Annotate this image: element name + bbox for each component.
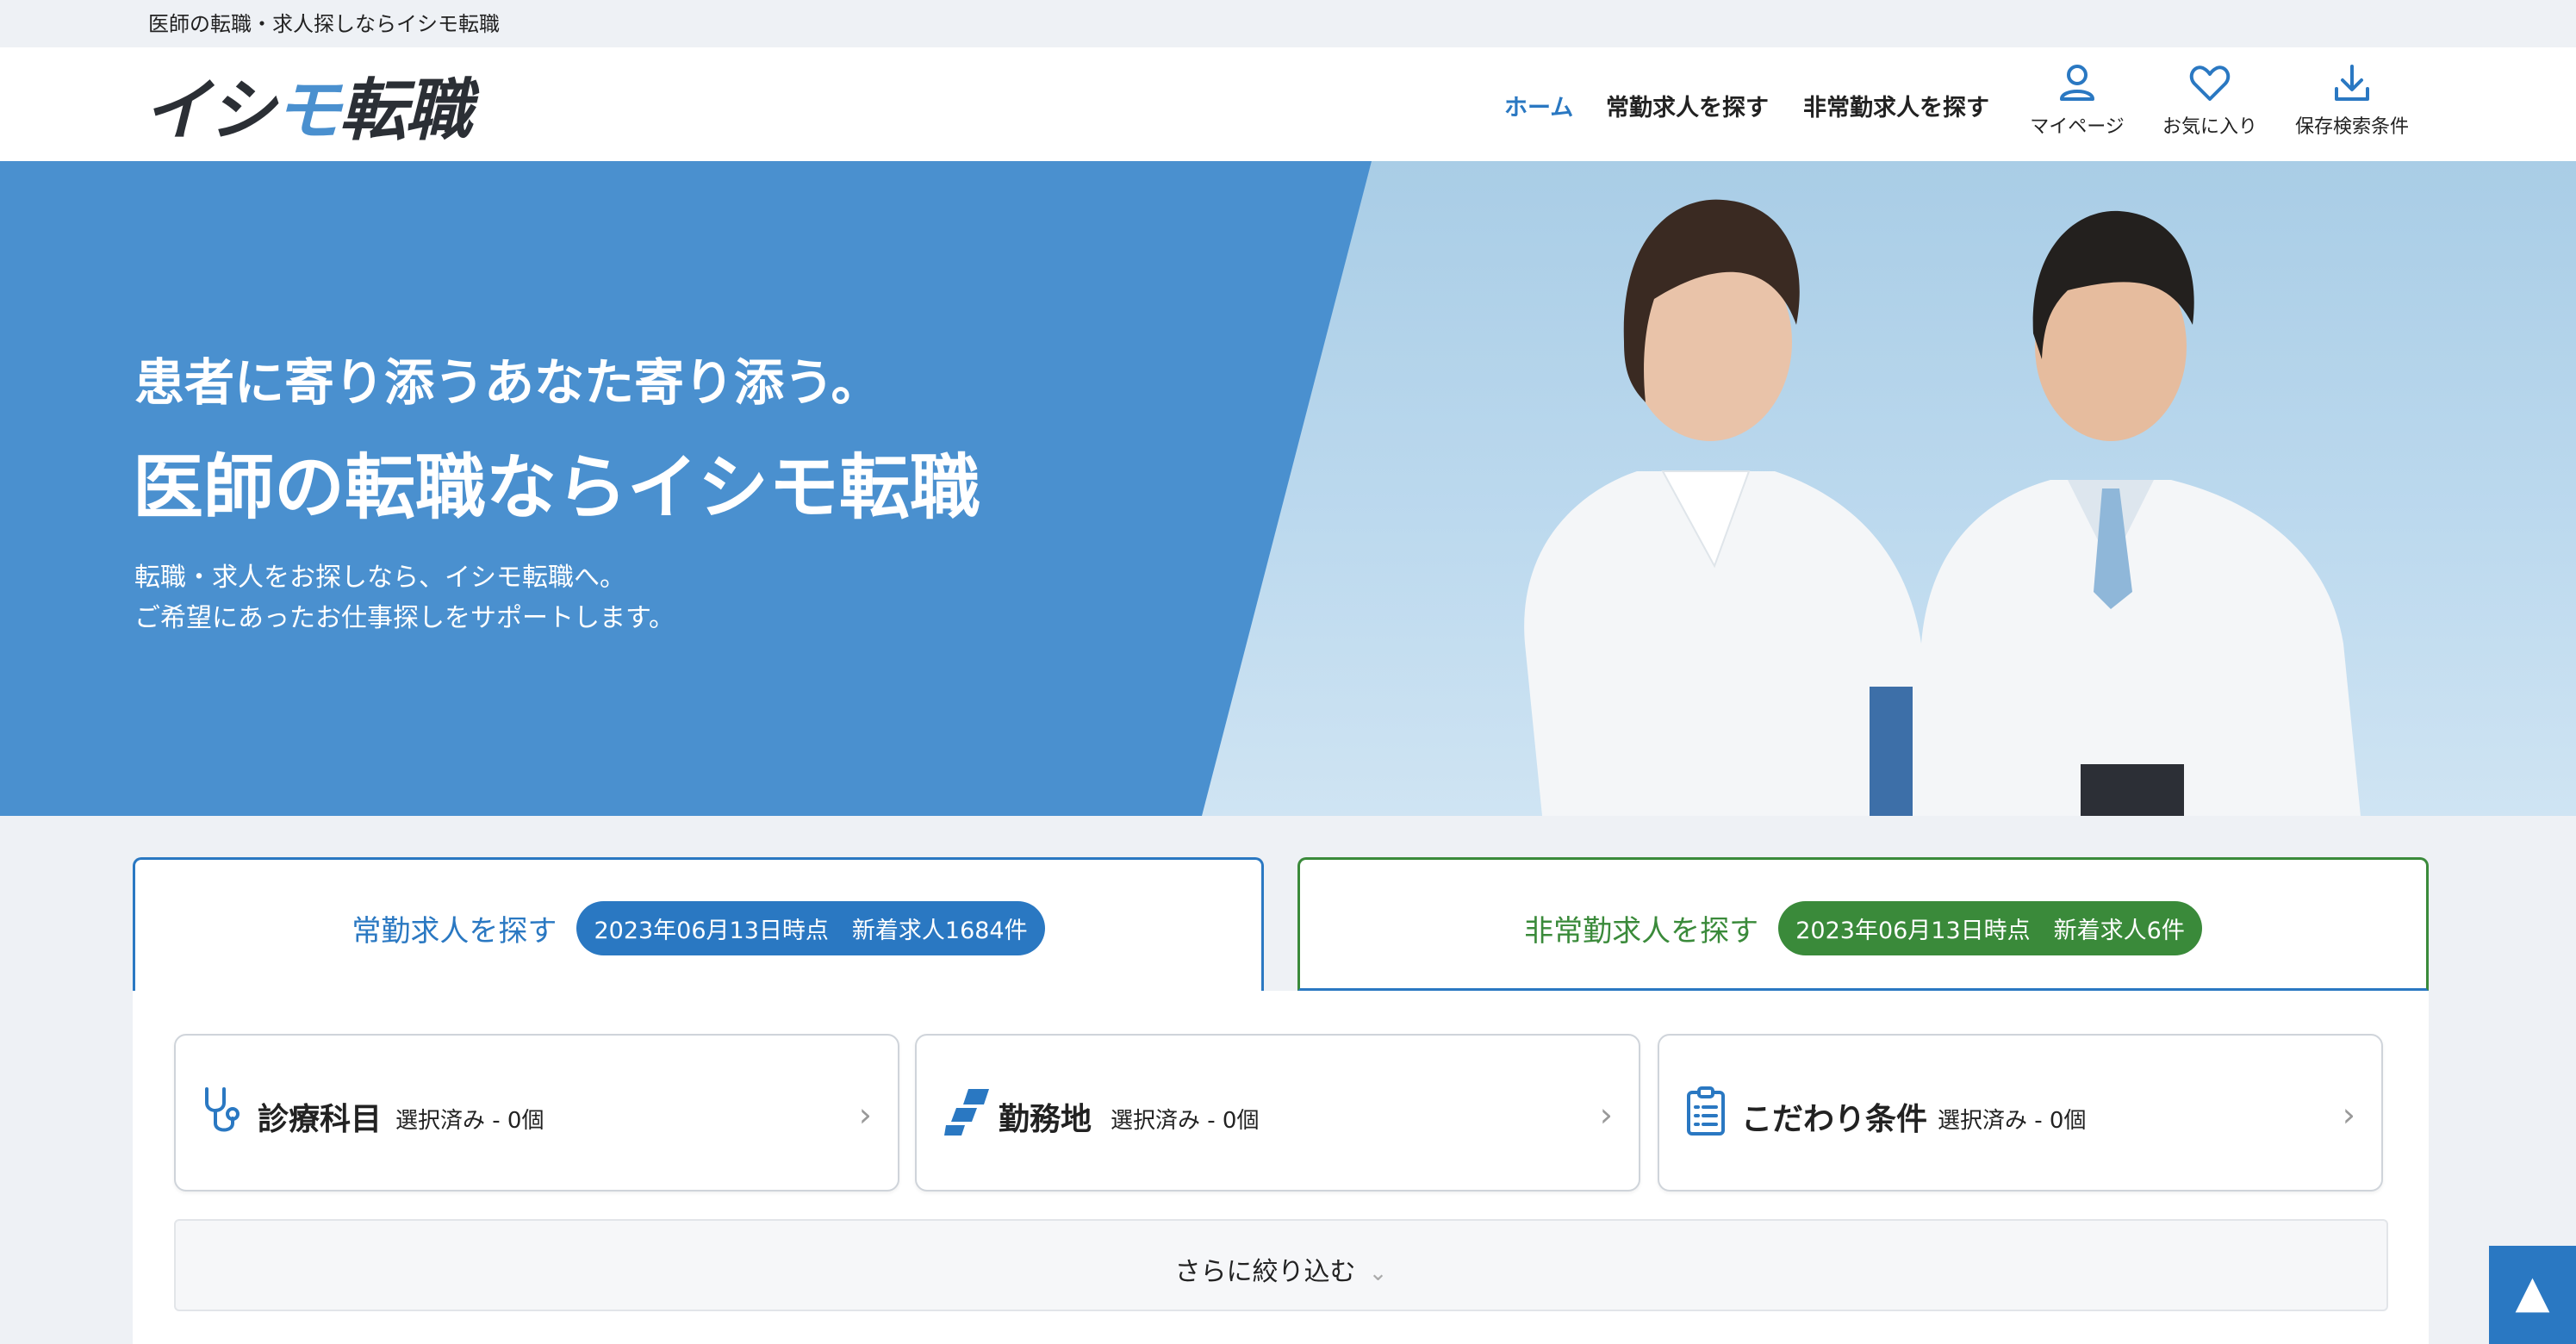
more-filters-label: さらに絞り込む — [1174, 1257, 1356, 1287]
preferences-filter-card[interactable]: こだわり条件 選択済み - 0個 › — [1658, 1034, 2383, 1192]
heart-icon — [2189, 65, 2231, 101]
tab-parttime-label: 非常勤求人を探す — [1524, 914, 1759, 949]
location-icon — [944, 1089, 989, 1136]
tab-fulltime-badge: 2023年06月13日時点 新着求人1684件 — [576, 901, 1045, 955]
location-filter-label: 勤務地 — [999, 1102, 1092, 1137]
tab-fulltime[interactable]: 常勤求人を探す 2023年06月13日時点 新着求人1684件 — [133, 857, 1264, 991]
hero-title: 医師の転職ならイシモ転職 — [133, 447, 981, 529]
download-icon — [2335, 65, 2369, 101]
tab-parttime-badge: 2023年06月13日時点 新着求人6件 — [1778, 901, 2202, 955]
specialty-filter-label: 診療科目 — [258, 1102, 383, 1137]
mypage-label: マイページ — [2030, 116, 2125, 138]
tab-fulltime-label: 常勤求人を探す — [352, 914, 557, 949]
logo-text-3: 転職 — [339, 72, 472, 150]
hero-catchphrase: 患者に寄り添うあなた寄り添う。 — [134, 353, 881, 412]
stethoscope-icon — [205, 1087, 240, 1132]
scroll-to-top-button[interactable]: ▲ — [2489, 1246, 2576, 1344]
saved-search-button[interactable]: 保存検索条件 — [2287, 63, 2417, 139]
hero-banner: 患者に寄り添うあなた寄り添う。 医師の転職ならイシモ転職 転職・求人をお探しなら… — [0, 161, 2576, 816]
preferences-filter-label: こだわり条件 — [1741, 1102, 1928, 1137]
preferences-filter-status: 選択済み - 0個 — [1938, 1108, 2087, 1134]
nav-parttime-search[interactable]: 非常勤求人を探す — [1803, 89, 1989, 122]
logo-text-1: イシ — [143, 72, 276, 150]
nav-home[interactable]: ホーム — [1504, 89, 1573, 122]
specialty-filter-card[interactable]: 診療科目 選択済み - 0個 › — [174, 1034, 899, 1192]
saved-search-label: 保存検索条件 — [2294, 116, 2409, 138]
chevron-right-icon: › — [858, 1096, 872, 1134]
chevron-down-icon: ⌄ — [1368, 1260, 1388, 1286]
chevron-right-icon: › — [2342, 1096, 2355, 1134]
hero-description-line2: ご希望にあったお仕事探しをサポートします。 — [134, 603, 675, 633]
hero-description-line1: 転職・求人をお探しなら、イシモ転職へ。 — [134, 563, 625, 593]
tab-parttime[interactable]: 非常勤求人を探す 2023年06月13日時点 新着求人6件 — [1297, 857, 2429, 991]
user-icon — [2060, 65, 2094, 101]
more-filters-button[interactable]: さらに絞り込む ⌄ — [174, 1219, 2388, 1311]
site-tagline: 医師の転職・求人探しならイシモ転職 — [148, 12, 500, 36]
location-filter-status: 選択済み - 0個 — [1111, 1108, 1260, 1134]
nav-fulltime-search[interactable]: 常勤求人を探す — [1606, 89, 1769, 122]
mypage-button[interactable]: マイページ — [2013, 63, 2142, 139]
logo-text-2: モ — [274, 72, 341, 150]
search-panel: 診療科目 選択済み - 0個 › 勤務地 選択済み - 0個 › こだわり条件 … — [133, 991, 2429, 1344]
hero-description: 転職・求人をお探しなら、イシモ転職へ。 ご希望にあったお仕事探しをサポートします… — [134, 557, 675, 638]
location-filter-card[interactable]: 勤務地 選択済み - 0個 › — [915, 1034, 1640, 1192]
top-bar: 医師の転職・求人探しならイシモ転職 — [0, 0, 2576, 47]
favorites-label: お気に入り — [2162, 116, 2257, 138]
site-header: イシモ転職 ホーム 常勤求人を探す 非常勤求人を探す マイページ お気に入り 保… — [0, 47, 2576, 161]
checklist-icon — [1687, 1086, 1725, 1136]
chevron-right-icon: › — [1599, 1096, 1613, 1134]
specialty-filter-status: 選択済み - 0個 — [395, 1108, 544, 1134]
arrow-up-icon: ▲ — [2515, 1266, 2550, 1318]
favorites-button[interactable]: お気に入り — [2145, 63, 2274, 139]
site-logo[interactable]: イシモ転職 — [143, 66, 472, 150]
